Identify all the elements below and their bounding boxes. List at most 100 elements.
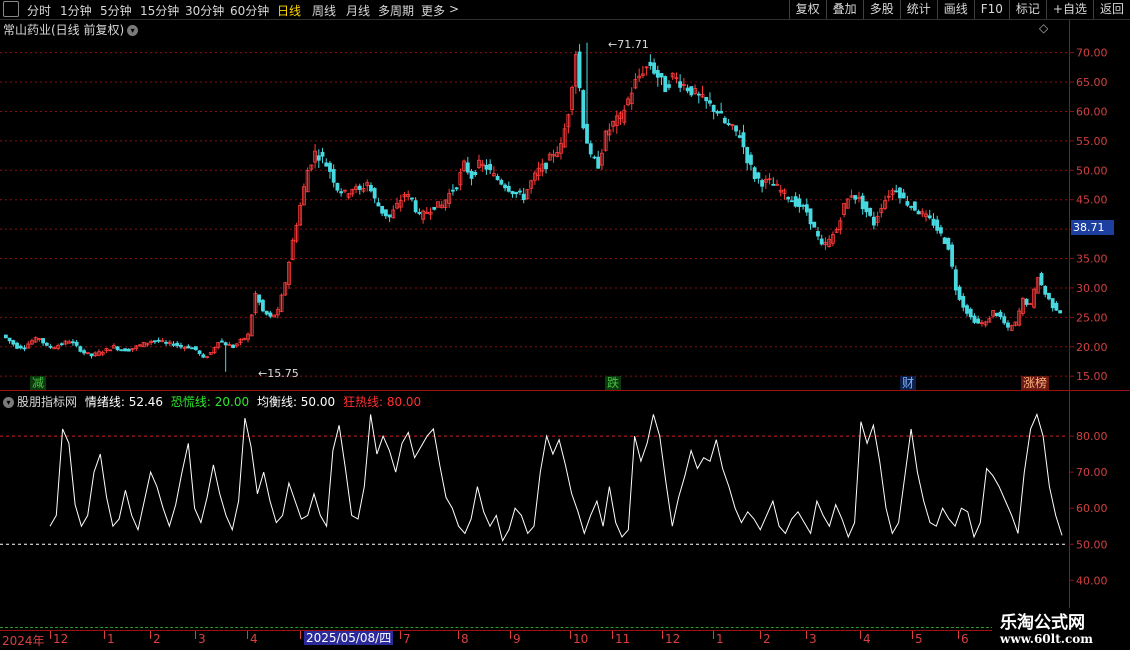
candle-body	[864, 201, 869, 213]
candle-body	[696, 93, 701, 96]
candle-body	[484, 164, 489, 170]
candle-body	[268, 312, 273, 317]
candle-body	[335, 183, 340, 191]
candle-body	[257, 294, 262, 303]
candle-body	[372, 188, 377, 199]
candle-body	[752, 167, 757, 180]
candle-body	[48, 346, 53, 348]
month-tick	[662, 631, 663, 639]
candle-body	[1043, 286, 1048, 295]
candle-body	[745, 147, 750, 164]
month-tick	[510, 631, 511, 639]
candle-body	[708, 100, 712, 104]
month-tick	[806, 631, 807, 639]
candle-body	[905, 201, 910, 206]
candle-body	[790, 200, 794, 203]
fever-line-label: 狂热线: 80.00	[342, 395, 422, 409]
month-label: 2	[153, 632, 161, 646]
candle-body	[756, 172, 761, 179]
candle-body	[115, 346, 120, 351]
candle-body	[797, 198, 802, 208]
watermark-text: 乐淘公式网	[1000, 613, 1085, 633]
candle-body	[11, 340, 16, 345]
kline-chart[interactable]: 70.0065.0060.0055.0050.0045.0040.0035.00…	[0, 0, 1130, 650]
candle-body	[190, 347, 195, 350]
candle-body	[488, 163, 493, 170]
month-label: 9	[513, 632, 521, 646]
price-grid	[0, 52, 1074, 377]
month-tick	[400, 631, 401, 639]
candle-body	[22, 347, 27, 350]
candle-body	[469, 170, 474, 179]
panel-divider	[0, 390, 1130, 391]
candle-body	[942, 237, 947, 244]
candle-body	[912, 201, 917, 211]
candle-body	[1054, 302, 1059, 311]
candle-body	[510, 191, 515, 195]
candle-body	[812, 221, 817, 228]
candle-body	[514, 191, 519, 195]
current-price-badge: 38.71	[1071, 220, 1114, 235]
month-label: 3	[809, 632, 817, 646]
event-marker-die[interactable]: 跌	[605, 376, 622, 390]
candle-body	[231, 344, 236, 348]
candle-body	[331, 169, 336, 183]
year-label: 2024年	[2, 634, 45, 648]
month-tick	[713, 631, 714, 639]
indicator-legend: ▾ 股朋指标网 情绪线: 52.46 恐慌线: 20.00 均衡线: 50.00 …	[3, 393, 421, 410]
candle-body	[678, 81, 683, 88]
candle-body	[193, 346, 198, 351]
month-tick	[50, 631, 51, 639]
candle-body	[1024, 298, 1029, 305]
month-tick	[150, 631, 151, 639]
candle-body	[581, 90, 586, 129]
candle-body	[953, 269, 958, 291]
candle-body	[860, 195, 865, 210]
event-marker-jian[interactable]: 减	[30, 376, 47, 390]
event-marker-zhangbang[interactable]: 涨榜	[1021, 376, 1050, 390]
candle-body	[667, 84, 671, 88]
candle-body	[59, 343, 64, 346]
candle-body	[898, 187, 902, 199]
candle-body	[939, 227, 943, 234]
candle-body	[946, 237, 951, 250]
candle-body	[3, 334, 8, 339]
candle-body	[968, 308, 973, 318]
month-label: 1	[716, 632, 724, 646]
candle-body	[734, 125, 738, 132]
candle-body	[760, 180, 765, 187]
candle-body	[451, 189, 455, 192]
candle-body	[369, 184, 373, 192]
candle-body	[18, 345, 23, 349]
month-tick	[612, 631, 613, 639]
month-label: 11	[615, 632, 631, 646]
emotion-line-series	[49, 412, 1063, 543]
candle-body	[324, 162, 329, 167]
candle-body	[1002, 316, 1007, 324]
candle-body	[592, 156, 597, 159]
candle-body	[220, 340, 224, 343]
candle-body	[685, 87, 690, 92]
candle-body	[413, 200, 418, 213]
high-value: 71.71	[617, 38, 649, 51]
candle-body	[655, 70, 660, 78]
candle-body	[816, 231, 820, 237]
watermark: 乐淘公式网 www.60lt.com	[992, 608, 1130, 650]
candle-body	[741, 132, 746, 148]
candlestick-series	[3, 42, 1063, 372]
candle-body	[961, 295, 966, 308]
candle-body	[473, 171, 478, 176]
month-label: 8	[461, 632, 469, 646]
candle-body	[1039, 273, 1044, 286]
event-marker-cai[interactable]: 财	[900, 376, 917, 390]
candle-body	[82, 350, 86, 354]
month-label: 4	[250, 632, 258, 646]
candle-body	[123, 348, 127, 352]
candle-body	[901, 192, 906, 199]
indicator-name[interactable]: 股朋指标网	[17, 395, 77, 409]
candle-body	[186, 345, 191, 349]
candle-body	[383, 209, 388, 217]
candle-body	[894, 190, 899, 193]
high-annotation: ←71.71	[608, 38, 649, 51]
collapse-icon[interactable]: ▾	[3, 397, 14, 408]
